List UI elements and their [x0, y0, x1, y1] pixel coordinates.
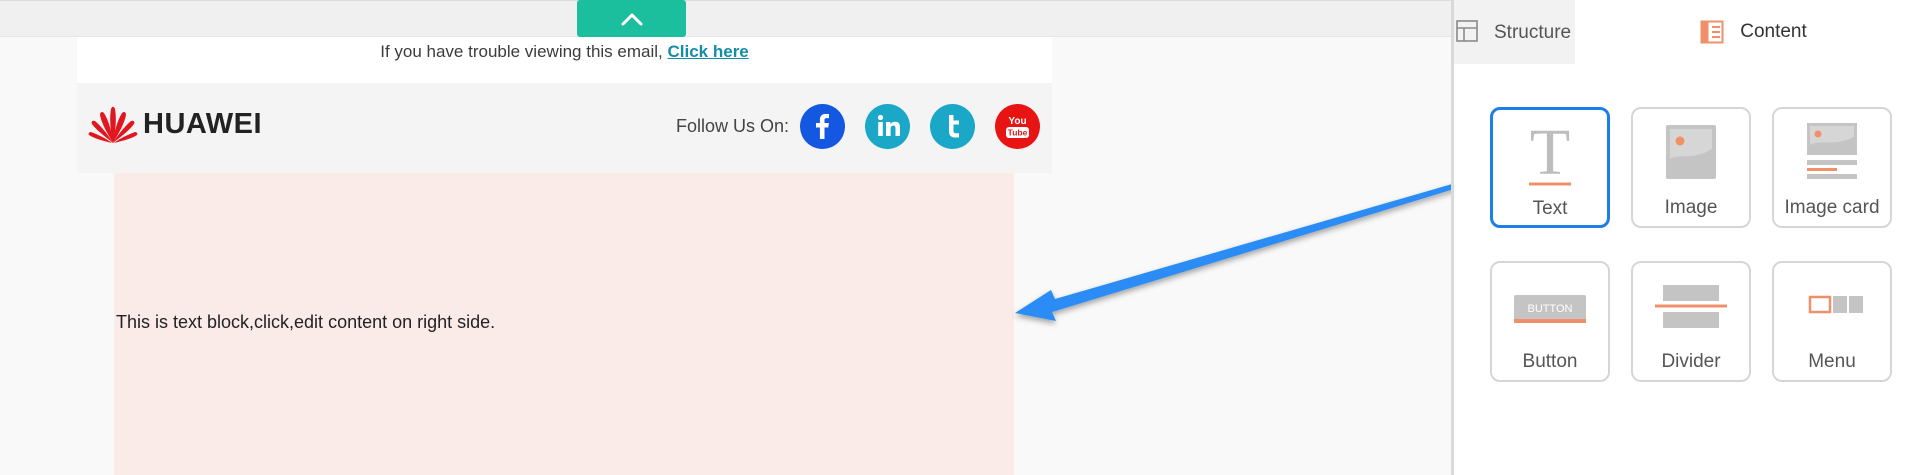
block-text[interactable]: T Text — [1490, 107, 1610, 228]
button-block-icon: BUTTON — [1514, 295, 1586, 323]
preheader: If you have trouble viewing this email, … — [77, 37, 1052, 83]
text-block-icon: T — [1529, 120, 1571, 189]
content-icon — [1700, 20, 1724, 44]
chevron-up-icon — [621, 13, 642, 25]
right-panel: Structure Content T Text Image Image car… — [1451, 0, 1932, 475]
block-button[interactable]: BUTTON Button — [1490, 261, 1610, 382]
facebook-icon — [816, 113, 829, 139]
text-block[interactable]: This is text block,click,edit content on… — [114, 173, 1014, 475]
block-image-card[interactable]: Image card — [1772, 107, 1892, 228]
email-canvas: If you have trouble viewing this email, … — [0, 0, 1451, 475]
youtube-button[interactable]: You Tube — [995, 104, 1040, 149]
block-image-label: Image — [1664, 197, 1718, 218]
email-header: HUAWEI Follow Us On: You Tube — [77, 83, 1052, 173]
canvas-topbar — [0, 0, 1451, 37]
text-block-content: This is text block,click,edit content on… — [116, 312, 496, 332]
linkedin-button[interactable] — [865, 104, 910, 149]
block-divider-label: Divider — [1661, 351, 1721, 372]
collapse-button[interactable] — [577, 0, 686, 37]
click-here-link[interactable]: Click here — [668, 42, 749, 61]
youtube-text-bottom: Tube — [1008, 128, 1028, 138]
structure-icon — [1456, 20, 1478, 42]
huawei-logo-icon — [88, 106, 138, 143]
screen: If you have trouble viewing this email, … — [0, 0, 1932, 475]
follow-label: Follow Us On: — [675, 116, 789, 136]
block-button-label: Button — [1522, 351, 1578, 372]
youtube-icon: You Tube — [1006, 116, 1029, 138]
tab-content-label: Content — [1740, 21, 1807, 42]
preheader-text: If you have trouble viewing this email, — [380, 42, 663, 61]
image-card-icon — [1807, 123, 1857, 179]
divider-block-icon — [1655, 285, 1727, 328]
panel-tabs: Structure Content — [1454, 0, 1932, 64]
tab-structure-label: Structure — [1494, 22, 1572, 43]
logo-text: HUAWEI — [143, 107, 262, 140]
block-text-label: Text — [1532, 198, 1568, 219]
block-image-card-label: Image card — [1784, 197, 1880, 218]
tumblr-button[interactable] — [930, 104, 975, 149]
button-icon-text: BUTTON — [1527, 303, 1572, 315]
svg-text:T: T — [1530, 120, 1570, 189]
block-menu[interactable]: Menu — [1772, 261, 1892, 382]
follow-us: Follow Us On: You Tube — [676, 104, 1040, 149]
linkedin-icon — [877, 114, 900, 136]
tab-content[interactable]: Content — [1575, 0, 1932, 64]
block-menu-label: Menu — [1808, 351, 1856, 372]
block-divider[interactable]: Divider — [1631, 261, 1751, 382]
t-icon — [949, 115, 959, 138]
menu-block-icon — [1808, 295, 1863, 314]
block-image[interactable]: Image — [1631, 107, 1751, 228]
youtube-text-top: You — [1008, 116, 1026, 127]
email-template: If you have trouble viewing this email, … — [77, 37, 1052, 475]
facebook-button[interactable] — [800, 104, 845, 149]
tab-structure[interactable]: Structure — [1454, 0, 1575, 64]
huawei-logo: HUAWEI — [87, 103, 262, 145]
image-block-icon — [1666, 125, 1716, 179]
